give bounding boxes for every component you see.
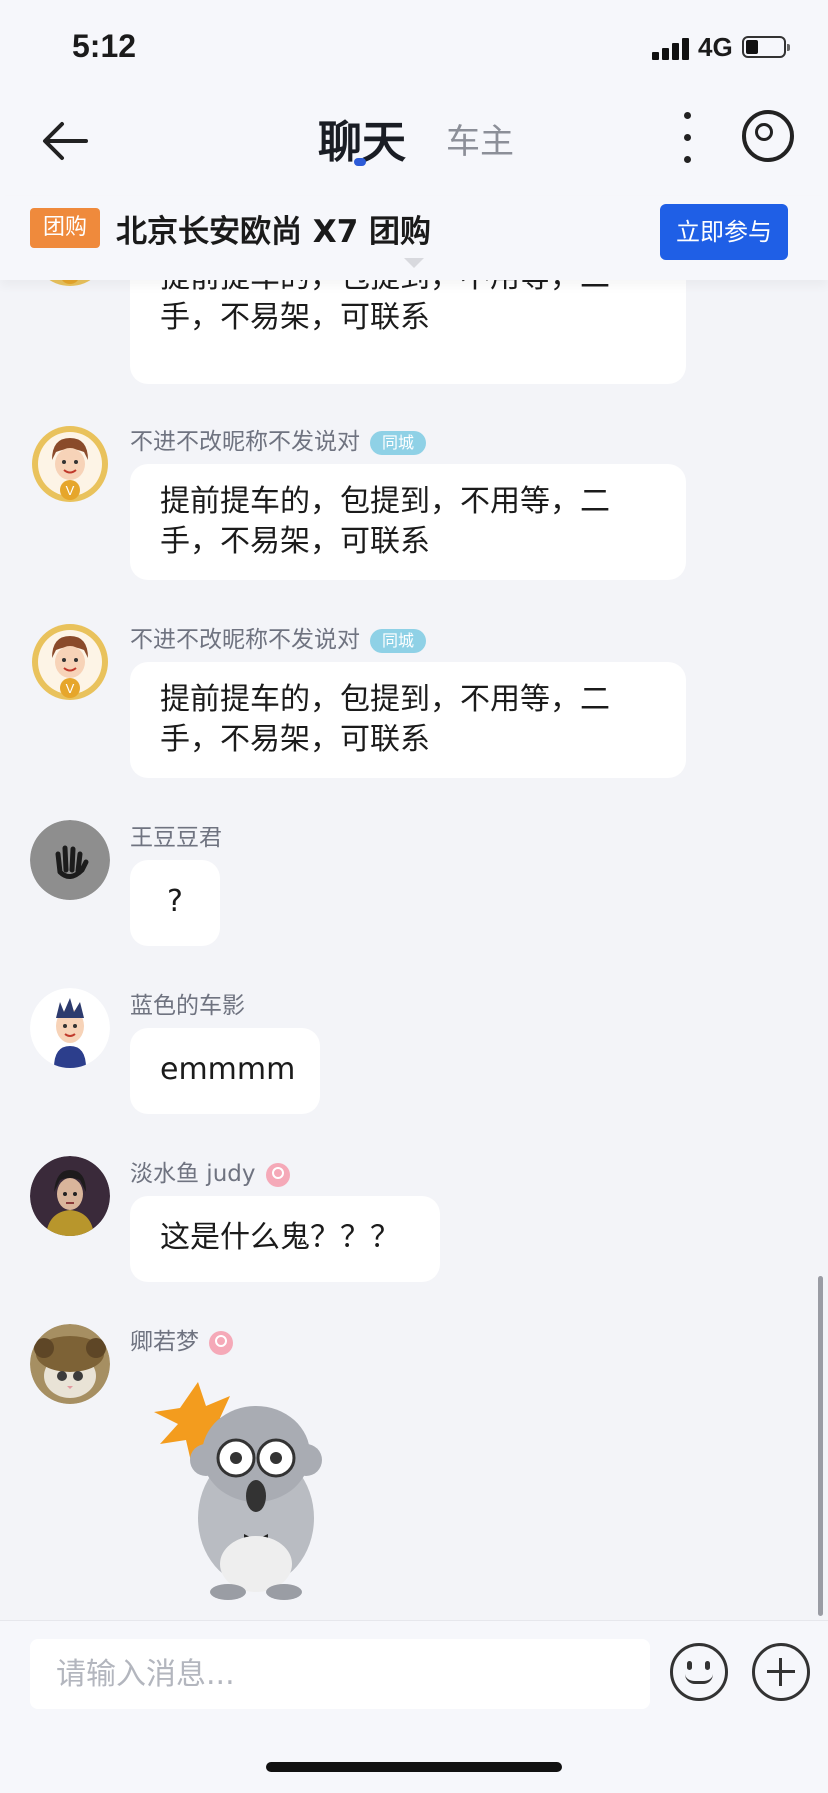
shocked-cartoon-sticker[interactable]	[148, 1378, 348, 1604]
message-bubble[interactable]: 提前提车的，包提到，不用等，二 手，不易架，可联系	[130, 464, 686, 580]
avatar[interactable]	[30, 820, 110, 900]
message-text-line: 手，不易架，可联系	[160, 722, 430, 757]
avatar[interactable]	[30, 1324, 110, 1404]
add-circle-icon[interactable]	[752, 1643, 810, 1701]
female-gender-icon	[209, 1330, 233, 1355]
message-text-line: 手，不易架，可联系	[160, 300, 430, 335]
tab-car-owners[interactable]: 车主	[446, 114, 514, 163]
sender-name: 不进不改昵称不发说对 同城	[130, 422, 426, 456]
message-text-line: 手，不易架，可联系	[160, 524, 430, 559]
same-city-tag: 同城	[370, 430, 426, 455]
cartoon-boy-avatar-icon: V	[32, 426, 108, 502]
cat-avatar-icon	[30, 1324, 110, 1404]
message-bubble[interactable]: 这是什么鬼？？？	[130, 1196, 440, 1282]
cartoon-boy-avatar-icon: V	[32, 624, 108, 700]
sender-name: 卿若梦	[130, 1322, 233, 1356]
message-text-line: 提前提车的，包提到，不用等，二	[160, 484, 610, 519]
svg-text:V: V	[66, 681, 75, 696]
avatar[interactable]: V	[30, 424, 110, 504]
portrait-avatar-icon	[30, 1156, 110, 1236]
sender-name-text: 淡水鱼 judy	[130, 1161, 256, 1187]
target-circle-icon[interactable]	[742, 110, 794, 162]
network-type: 4G	[698, 32, 733, 62]
female-gender-icon	[265, 1162, 290, 1187]
sender-name: 蓝色的车影	[130, 993, 245, 1019]
avatar[interactable]	[30, 988, 110, 1068]
home-indicator[interactable]	[266, 1762, 562, 1772]
smiley-icon[interactable]	[670, 1643, 728, 1701]
chat-header: 聊天 车主	[0, 96, 828, 196]
active-tab-indicator	[354, 158, 366, 166]
message-bubble[interactable]: emmmm	[130, 1028, 320, 1114]
more-vertical-icon[interactable]	[672, 110, 702, 166]
collapse-caret-icon[interactable]	[404, 258, 424, 268]
same-city-tag: 同城	[370, 628, 426, 653]
signal-icon	[652, 38, 692, 60]
group-buy-title: 北京长安欧尚 X7 团购	[116, 214, 432, 250]
avatar[interactable]: V	[30, 622, 110, 702]
sender-name: 王豆豆君	[130, 825, 222, 851]
svg-text:V: V	[66, 483, 75, 498]
scrollbar[interactable]	[818, 1276, 823, 1616]
hand-avatar-icon	[30, 820, 110, 900]
status-bar: 5:12 4G	[0, 0, 828, 96]
back-arrow-icon[interactable]	[38, 114, 92, 168]
message-bubble[interactable]: 提前提车的，包提到，不用等，二 手，不易架，可联系	[130, 662, 686, 778]
sender-name-text: 不进不改昵称不发说对	[130, 429, 360, 455]
status-time: 5:12	[72, 28, 137, 64]
group-buy-banner: 团购 北京长安欧尚 X7 团购 立即参与	[0, 196, 828, 280]
group-buy-badge: 团购	[30, 208, 100, 248]
sender-name: 淡水鱼 judy	[130, 1154, 290, 1188]
cartoon-man-avatar-icon	[30, 988, 110, 1068]
battery-icon	[742, 36, 790, 58]
sender-name: 不进不改昵称不发说对 同城	[130, 620, 426, 654]
message-input[interactable]	[30, 1639, 650, 1709]
message-bubble[interactable]: ?	[130, 860, 220, 946]
avatar[interactable]	[30, 1156, 110, 1236]
message-text-line: 提前提车的，包提到，不用等，二	[160, 682, 610, 717]
sender-name-text: 不进不改昵称不发说对	[130, 627, 360, 653]
join-now-button[interactable]: 立即参与	[660, 204, 788, 260]
sender-name-text: 卿若梦	[130, 1329, 199, 1355]
